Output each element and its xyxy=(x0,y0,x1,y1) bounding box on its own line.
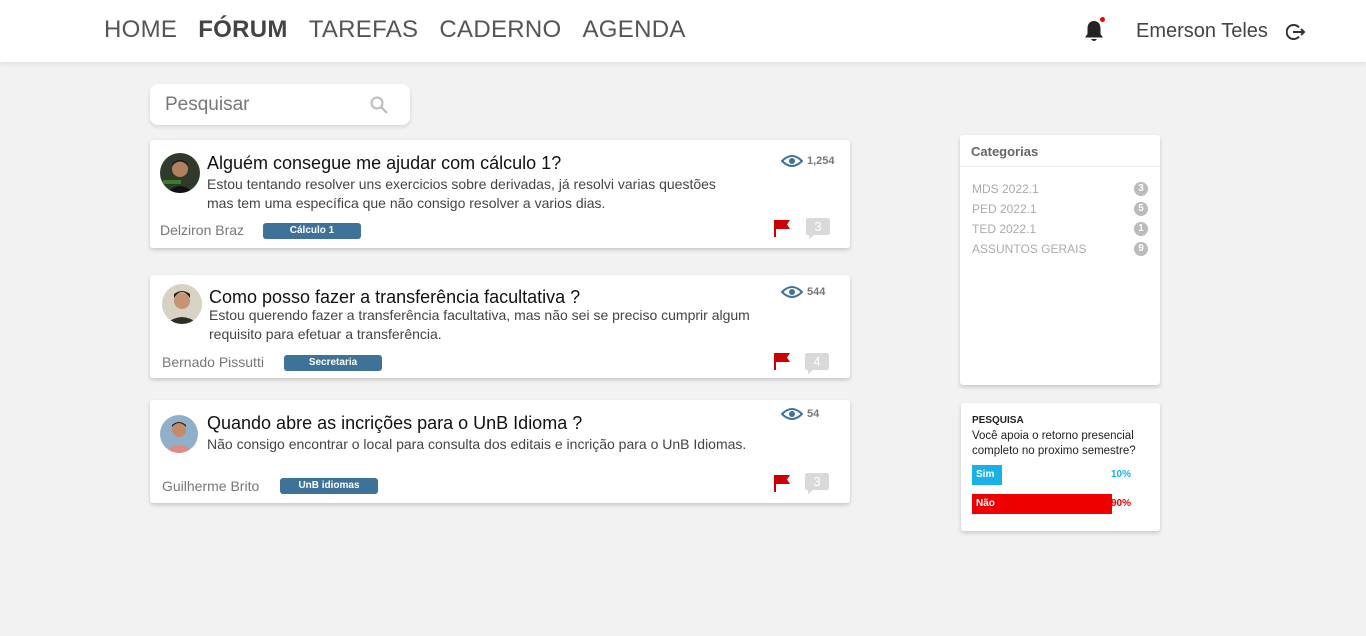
post-body: Estou tentando resolver uns exercicios s… xyxy=(207,176,716,211)
category-count: 9 xyxy=(1134,242,1148,256)
eye-icon xyxy=(781,408,803,420)
poll-option-percent: 10% xyxy=(1111,469,1132,480)
comment-count[interactable]: 4 xyxy=(805,353,829,374)
views-count: 54 xyxy=(807,408,820,420)
views-count: 1,254 xyxy=(807,155,835,167)
categories-panel: Categorias MDS 2022.1 3 PED 2022.1 5 TED… xyxy=(960,135,1160,385)
top-navbar: HOME FÓRUM TAREFAS CADERNO AGENDA Emerso… xyxy=(0,0,1366,62)
comment-count[interactable]: 3 xyxy=(806,218,830,239)
post-author[interactable]: Bernado Pissutti xyxy=(162,353,264,371)
category-count: 3 xyxy=(1134,182,1148,196)
post-body: Não consigo encontrar o local para consu… xyxy=(207,436,747,452)
flag-icon[interactable] xyxy=(773,219,791,237)
poll-label: PESQUISA xyxy=(972,415,1024,426)
poll-option-label: Sim xyxy=(976,469,995,480)
category-item-ped[interactable]: PED 2022.1 5 xyxy=(972,199,1148,219)
search-icon[interactable] xyxy=(369,95,389,115)
categories-list: MDS 2022.1 3 PED 2022.1 5 TED 2022.1 1 A… xyxy=(960,167,1160,259)
logout-icon[interactable] xyxy=(1286,22,1306,42)
post-card[interactable]: Como posso fazer a transferência faculta… xyxy=(150,275,850,378)
category-count: 5 xyxy=(1134,202,1148,216)
avatar xyxy=(162,284,202,324)
flag-icon[interactable] xyxy=(773,352,791,370)
nav-forum[interactable]: FÓRUM xyxy=(198,14,287,46)
category-tag[interactable]: Cálculo 1 xyxy=(263,223,361,239)
category-label: ASSUNTOS GERAIS xyxy=(972,242,1087,256)
category-item-ted[interactable]: TED 2022.1 1 xyxy=(972,219,1148,239)
post-card[interactable]: Quando abre as incrições para o UnB Idio… xyxy=(150,400,850,503)
user-name[interactable]: Emerson Teles xyxy=(1136,19,1268,43)
category-count: 1 xyxy=(1134,222,1148,236)
views-count: 544 xyxy=(807,286,826,298)
post-title[interactable]: Alguém consegue me ajudar com cálculo 1? xyxy=(207,152,561,174)
nav-caderno[interactable]: CADERNO xyxy=(439,14,561,46)
nav-home[interactable]: HOME xyxy=(104,14,177,46)
search-input[interactable] xyxy=(165,92,365,118)
flag-icon[interactable] xyxy=(773,474,791,492)
post-body: Estou querendo fazer a transferência fac… xyxy=(209,307,750,342)
comment-count[interactable]: 3 xyxy=(805,473,829,494)
category-item-mds[interactable]: MDS 2022.1 3 xyxy=(972,179,1148,199)
poll-question: Você apoia o retorno presencial completo… xyxy=(972,430,1136,457)
poll-option-label: Não xyxy=(976,498,995,509)
post-author[interactable]: Guilherme Brito xyxy=(162,477,259,495)
category-label: TED 2022.1 xyxy=(972,222,1037,236)
view-count: 544 xyxy=(781,285,825,299)
bell-icon[interactable] xyxy=(1083,19,1105,43)
poll-panel: PESQUISA Você apoia o retorno presencial… xyxy=(961,403,1160,531)
category-label: PED 2022.1 xyxy=(972,202,1037,216)
post-title[interactable]: Quando abre as incrições para o UnB Idio… xyxy=(207,412,582,434)
nav-tarefas[interactable]: TAREFAS xyxy=(309,14,419,46)
avatar xyxy=(160,415,198,453)
post-author[interactable]: Delziron Braz xyxy=(160,221,244,239)
poll-option-sim[interactable]: Sim xyxy=(972,465,1002,485)
nav-agenda[interactable]: AGENDA xyxy=(583,14,686,46)
poll-option-percent: 90% xyxy=(1111,498,1132,509)
eye-icon xyxy=(781,286,803,298)
view-count: 54 xyxy=(781,407,819,421)
post-title[interactable]: Como posso fazer a transferência faculta… xyxy=(209,286,580,308)
notification-dot xyxy=(1100,17,1105,22)
poll-option-nao[interactable]: Não xyxy=(972,494,1112,514)
category-label: MDS 2022.1 xyxy=(972,182,1039,196)
avatar xyxy=(160,153,200,193)
main-nav: HOME FÓRUM TAREFAS CADERNO AGENDA xyxy=(104,14,686,46)
category-tag[interactable]: UnB idiomas xyxy=(280,478,378,494)
post-card[interactable]: Alguém consegue me ajudar com cálculo 1?… xyxy=(150,140,850,248)
category-item-assuntos-gerais[interactable]: ASSUNTOS GERAIS 9 xyxy=(972,239,1148,259)
eye-icon xyxy=(781,155,803,167)
view-count: 1,254 xyxy=(781,154,835,168)
category-tag[interactable]: Secretaria xyxy=(284,355,382,371)
categories-title: Categorias xyxy=(960,135,1160,167)
